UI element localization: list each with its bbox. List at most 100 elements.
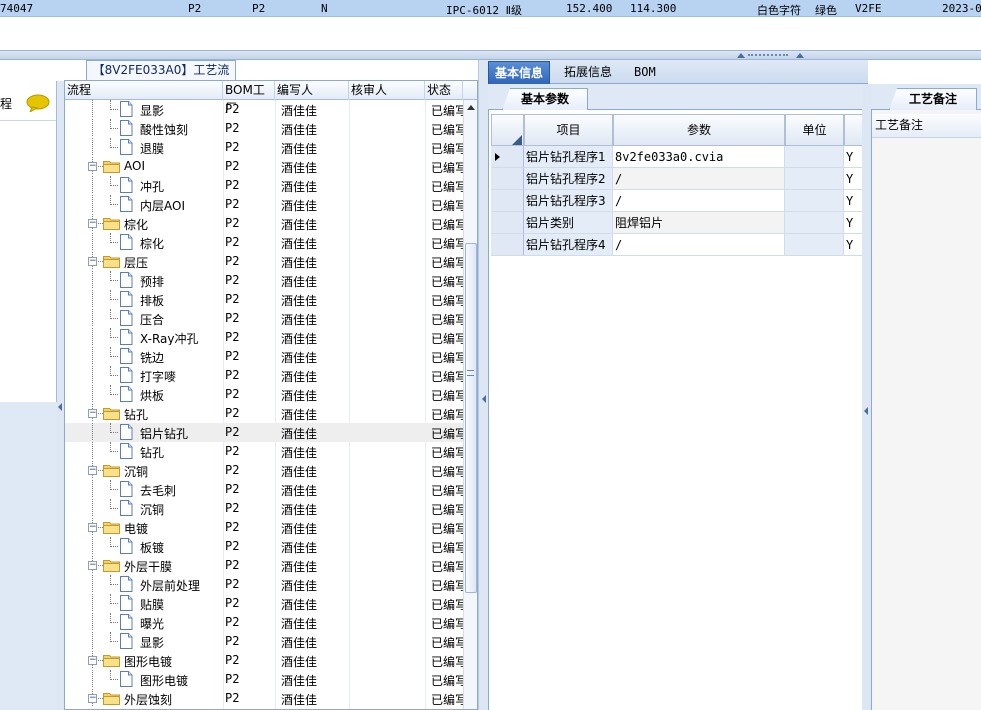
bom-factory-cell[interactable]: P2: [225, 387, 275, 401]
status-cell[interactable]: 已编写: [431, 178, 463, 195]
horizontal-splitter[interactable]: [0, 50, 981, 60]
status-cell[interactable]: 已编写: [431, 330, 463, 347]
tree-node[interactable]: 烘板: [65, 385, 223, 402]
bom-factory-cell[interactable]: P2: [225, 577, 275, 591]
tree-node[interactable]: 内层AOI: [65, 195, 223, 212]
bom-factory-cell[interactable]: P2: [225, 444, 275, 458]
status-cell[interactable]: 已编写: [431, 292, 463, 309]
grid-corner[interactable]: [491, 114, 524, 146]
bom-factory-cell[interactable]: P2: [225, 330, 275, 344]
writer-cell[interactable]: 酒佳佳: [281, 197, 349, 214]
tree-row[interactable]: 曝光 P2 酒佳佳 已编写: [65, 613, 463, 632]
tree-row[interactable]: 去毛刺 P2 酒佳佳 已编写: [65, 480, 463, 499]
param-item-cell[interactable]: 铝片钻孔程序3: [524, 190, 613, 212]
status-cell[interactable]: 已编写: [431, 444, 463, 461]
tree-node[interactable]: − 钻孔: [65, 404, 223, 421]
param-unit-cell[interactable]: [785, 146, 844, 168]
tab-basic-info[interactable]: 基本信息: [488, 61, 551, 84]
col-header-item[interactable]: 项目: [524, 114, 613, 146]
writer-cell[interactable]: 酒佳佳: [281, 596, 349, 613]
writer-cell[interactable]: 酒佳佳: [281, 482, 349, 499]
status-cell[interactable]: 已编写: [431, 634, 463, 651]
tree-node[interactable]: 去毛刺: [65, 480, 223, 497]
tree-row[interactable]: − 外层蚀刻 P2 酒佳佳 已编写: [65, 689, 463, 708]
bom-factory-cell[interactable]: P2: [225, 178, 275, 192]
tree-node[interactable]: 冲孔: [65, 176, 223, 193]
bom-factory-cell[interactable]: P2: [225, 311, 275, 325]
bom-factory-cell[interactable]: P2: [225, 425, 275, 439]
bom-factory-cell[interactable]: P2: [225, 349, 275, 363]
writer-cell[interactable]: 酒佳佳: [281, 672, 349, 689]
tree-row[interactable]: − 棕化 P2 酒佳佳 已编写: [65, 214, 463, 233]
status-cell[interactable]: 已编写: [431, 406, 463, 423]
param-value-cell[interactable]: 8v2fe033a0.cvia: [613, 146, 785, 168]
row-indicator[interactable]: [491, 212, 524, 234]
bom-factory-cell[interactable]: P2: [225, 292, 275, 306]
bom-factory-cell[interactable]: P2: [225, 482, 275, 496]
middle-splitter[interactable]: [478, 60, 488, 710]
collapse-node-icon[interactable]: −: [88, 694, 97, 703]
scroll-up-icon[interactable]: [467, 105, 475, 110]
status-cell[interactable]: 已编写: [431, 254, 463, 271]
tree-node[interactable]: 压合: [65, 309, 223, 326]
bom-factory-cell[interactable]: P2: [225, 653, 275, 667]
param-unit-cell[interactable]: [785, 212, 844, 234]
bom-factory-cell[interactable]: P2: [225, 539, 275, 553]
tree-node[interactable]: − 沉铜: [65, 461, 223, 478]
tab-bom[interactable]: BOM: [628, 61, 662, 84]
status-cell[interactable]: 已编写: [431, 121, 463, 138]
status-cell[interactable]: 已编写: [431, 615, 463, 632]
writer-cell[interactable]: 酒佳佳: [281, 368, 349, 385]
param-item-cell[interactable]: 铝片钻孔程序4: [524, 234, 613, 256]
col-header-unit[interactable]: 单位: [785, 114, 844, 146]
status-cell[interactable]: 已编写: [431, 558, 463, 575]
status-cell[interactable]: 已编写: [431, 387, 463, 404]
writer-cell[interactable]: 酒佳佳: [281, 235, 349, 252]
tree-node[interactable]: 打字嘜: [65, 366, 223, 383]
bom-factory-cell[interactable]: P2: [225, 406, 275, 420]
tree-row[interactable]: 棕化 P2 酒佳佳 已编写: [65, 233, 463, 252]
col-header-process[interactable]: 流程: [65, 81, 223, 100]
tree-row[interactable]: − 图形电镀 P2 酒佳佳 已编写: [65, 651, 463, 670]
left-splitter[interactable]: [57, 81, 64, 710]
param-row[interactable]: 铝片钻孔程序1 8v2fe033a0.cvia Y: [491, 146, 866, 168]
tree-row[interactable]: 退膜 P2 酒佳佳 已编写: [65, 138, 463, 157]
param-unit-cell[interactable]: [785, 234, 844, 256]
tree-row[interactable]: 压合 P2 酒佳佳 已编写: [65, 309, 463, 328]
writer-cell[interactable]: 酒佳佳: [281, 102, 349, 119]
status-cell[interactable]: 已编写: [431, 482, 463, 499]
tree-node[interactable]: 显影: [65, 100, 223, 117]
tree-row[interactable]: − 外层干膜 P2 酒佳佳 已编写: [65, 556, 463, 575]
tree-node[interactable]: 退膜: [65, 138, 223, 155]
tree-row[interactable]: 烘板 P2 酒佳佳 已编写: [65, 385, 463, 404]
writer-cell[interactable]: 酒佳佳: [281, 254, 349, 271]
status-cell[interactable]: 已编写: [431, 197, 463, 214]
writer-cell[interactable]: 酒佳佳: [281, 691, 349, 708]
bom-factory-cell[interactable]: P2: [225, 121, 275, 135]
status-cell[interactable]: 已编写: [431, 159, 463, 176]
notes-column-header[interactable]: 工艺备注: [872, 114, 981, 138]
tree-row[interactable]: − 沉铜 P2 酒佳佳 已编写: [65, 461, 463, 480]
bom-factory-cell[interactable]: P2: [225, 254, 275, 268]
bom-factory-cell[interactable]: P2: [225, 672, 275, 686]
collapse-node-icon[interactable]: −: [88, 466, 97, 475]
row-indicator[interactable]: [491, 146, 524, 168]
writer-cell[interactable]: 酒佳佳: [281, 178, 349, 195]
writer-cell[interactable]: 酒佳佳: [281, 121, 349, 138]
tree-row[interactable]: 显影 P2 酒佳佳 已编写: [65, 100, 463, 119]
collapse-left-icon[interactable]: [864, 407, 868, 415]
tree-node[interactable]: 预排: [65, 271, 223, 288]
tree-row[interactable]: 打字嘜 P2 酒佳佳 已编写: [65, 366, 463, 385]
writer-cell[interactable]: 酒佳佳: [281, 387, 349, 404]
status-cell[interactable]: 已编写: [431, 653, 463, 670]
status-cell[interactable]: 已编写: [431, 520, 463, 537]
writer-cell[interactable]: 酒佳佳: [281, 216, 349, 233]
tree-row[interactable]: 内层AOI P2 酒佳佳 已编写: [65, 195, 463, 214]
tree-node[interactable]: 钻孔: [65, 442, 223, 459]
writer-cell[interactable]: 酒佳佳: [281, 349, 349, 366]
row-indicator[interactable]: [491, 190, 524, 212]
bom-factory-cell[interactable]: P2: [225, 235, 275, 249]
param-item-cell[interactable]: 铝片钻孔程序2: [524, 168, 613, 190]
tree-row[interactable]: 排板 P2 酒佳佳 已编写: [65, 290, 463, 309]
col-header-writer[interactable]: 编写人: [275, 81, 349, 100]
